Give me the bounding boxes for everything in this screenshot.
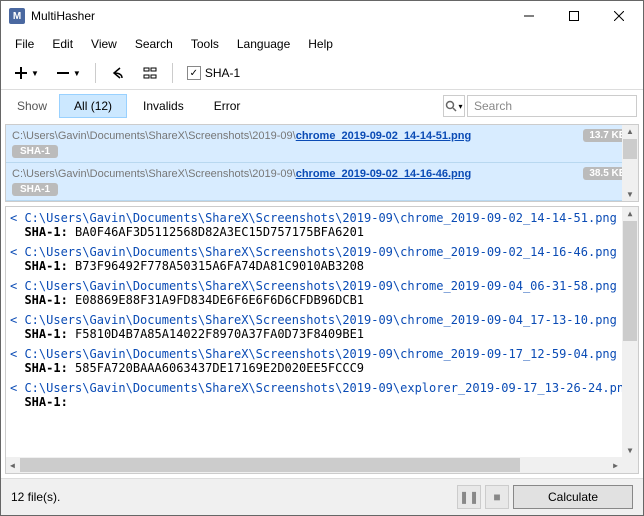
hash-label: SHA-1:	[24, 259, 67, 273]
hash-path[interactable]: C:\Users\Gavin\Documents\ShareX\Screensh…	[24, 245, 616, 259]
hash-vscrollbar[interactable]: ▲ ▼	[622, 207, 638, 457]
file-name[interactable]: chrome_2019-09-02_14-16-46.png	[296, 168, 471, 180]
remove-button[interactable]: ▼	[49, 61, 87, 85]
hash-badge: SHA-1	[12, 145, 58, 158]
file-list: C:\Users\Gavin\Documents\ShareX\Screensh…	[5, 124, 639, 202]
calculate-button[interactable]: Calculate	[513, 485, 633, 509]
hash-label: SHA-1:	[24, 395, 67, 409]
filter-row: Show All (12) Invalids Error ▾ Search	[1, 90, 643, 122]
file-path: C:\Users\Gavin\Documents\ShareX\Screensh…	[12, 168, 296, 180]
hash-value: 585FA720BAAA6063437DE17169E2D020EE5FCCC9	[75, 361, 364, 375]
scroll-thumb[interactable]	[623, 139, 637, 159]
menu-file[interactable]: File	[7, 33, 42, 55]
hash-path[interactable]: C:\Users\Gavin\Documents\ShareX\Screensh…	[24, 279, 616, 293]
hash-checkbox[interactable]: ✓ SHA-1	[187, 66, 240, 80]
hash-label: SHA-1:	[24, 293, 67, 307]
hash-pane: < C:\Users\Gavin\Documents\ShareX\Screen…	[5, 206, 639, 474]
pause-button[interactable]: ❚❚	[457, 485, 481, 509]
menu-view[interactable]: View	[83, 33, 125, 55]
close-button[interactable]	[596, 2, 641, 30]
app-icon: M	[9, 8, 25, 24]
undo-button[interactable]	[104, 61, 132, 85]
file-path: C:\Users\Gavin\Documents\ShareX\Screensh…	[12, 130, 296, 142]
hash-value: B73F96492F778A50315A6FA74DA81C9010AB3208	[75, 259, 364, 273]
menubar: File Edit View Search Tools Language Hel…	[1, 31, 643, 57]
settings-button[interactable]	[136, 61, 164, 85]
search-icon-button[interactable]: ▾	[443, 95, 465, 117]
tab-invalids[interactable]: Invalids	[129, 95, 198, 117]
hash-value: F5810D4B7A85A14022F8970A37FA0D73F8409BE1	[75, 327, 364, 341]
hash-path[interactable]: C:\Users\Gavin\Documents\ShareX\Screensh…	[24, 381, 631, 395]
scroll-thumb[interactable]	[20, 458, 520, 472]
separator	[95, 63, 96, 83]
titlebar: M MultiHasher	[1, 1, 643, 31]
menu-help[interactable]: Help	[300, 33, 341, 55]
hash-path[interactable]: C:\Users\Gavin\Documents\ShareX\Screensh…	[24, 313, 616, 327]
stop-button[interactable]: ■	[485, 485, 509, 509]
minimize-button[interactable]	[506, 2, 551, 30]
hash-hscrollbar[interactable]: ◀ ▶	[6, 457, 622, 473]
menu-edit[interactable]: Edit	[44, 33, 81, 55]
statusbar: 12 file(s). ❚❚ ■ Calculate	[1, 478, 643, 515]
file-name[interactable]: chrome_2019-09-02_14-14-51.png	[296, 130, 471, 142]
checkmark-icon: ✓	[187, 66, 201, 80]
toolbar: ▼ ▼ ✓ SHA-1	[1, 57, 643, 90]
window-title: MultiHasher	[31, 9, 506, 23]
hash-path[interactable]: C:\Users\Gavin\Documents\ShareX\Screensh…	[24, 347, 616, 361]
scroll-corner	[622, 457, 638, 473]
hash-entry: < C:\Users\Gavin\Documents\ShareX\Screen…	[10, 381, 634, 409]
hash-label: SHA-1:	[24, 361, 67, 375]
maximize-button[interactable]	[551, 2, 596, 30]
dropdown-icon: ▼	[73, 69, 81, 78]
add-button[interactable]: ▼	[7, 61, 45, 85]
scroll-down-icon[interactable]: ▼	[624, 188, 636, 201]
hash-label: SHA-1:	[24, 225, 67, 239]
filelist-scrollbar[interactable]: ▲ ▼	[622, 125, 638, 201]
menu-search[interactable]: Search	[127, 33, 181, 55]
show-label: Show	[7, 95, 57, 117]
scroll-up-icon[interactable]: ▲	[624, 125, 636, 138]
tab-all[interactable]: All (12)	[59, 94, 127, 118]
hash-badge: SHA-1	[12, 183, 58, 196]
menu-tools[interactable]: Tools	[183, 33, 227, 55]
hash-entry: < C:\Users\Gavin\Documents\ShareX\Screen…	[10, 211, 634, 239]
file-row[interactable]: C:\Users\Gavin\Documents\ShareX\Screensh…	[6, 163, 638, 201]
menu-language[interactable]: Language	[229, 33, 298, 55]
hash-entry: < C:\Users\Gavin\Documents\ShareX\Screen…	[10, 245, 634, 273]
dropdown-icon: ▾	[458, 102, 462, 111]
file-count: 12 file(s).	[11, 490, 457, 504]
tab-error[interactable]: Error	[200, 95, 255, 117]
scroll-up-icon[interactable]: ▲	[626, 207, 635, 220]
hash-label: SHA-1	[205, 66, 240, 80]
hash-entry: < C:\Users\Gavin\Documents\ShareX\Screen…	[10, 347, 634, 375]
hash-value: BA0F46AF3D5112568D82A3EC15D757175BFA6201	[75, 225, 364, 239]
hash-entry: < C:\Users\Gavin\Documents\ShareX\Screen…	[10, 279, 634, 307]
file-row[interactable]: C:\Users\Gavin\Documents\ShareX\Screensh…	[6, 125, 638, 163]
hash-path[interactable]: C:\Users\Gavin\Documents\ShareX\Screensh…	[24, 211, 616, 225]
hash-value: E08869E88F31A9FD834DE6F6E6F6D6CFDB96DCB1	[75, 293, 364, 307]
separator	[172, 63, 173, 83]
hash-label: SHA-1:	[24, 327, 67, 341]
scroll-down-icon[interactable]: ▼	[626, 444, 635, 457]
scroll-left-icon[interactable]: ◀	[6, 461, 19, 470]
hash-entry: < C:\Users\Gavin\Documents\ShareX\Screen…	[10, 313, 634, 341]
scroll-thumb[interactable]	[623, 221, 637, 341]
search-input[interactable]: Search	[467, 95, 637, 117]
dropdown-icon: ▼	[31, 69, 39, 78]
scroll-right-icon[interactable]: ▶	[609, 461, 622, 470]
